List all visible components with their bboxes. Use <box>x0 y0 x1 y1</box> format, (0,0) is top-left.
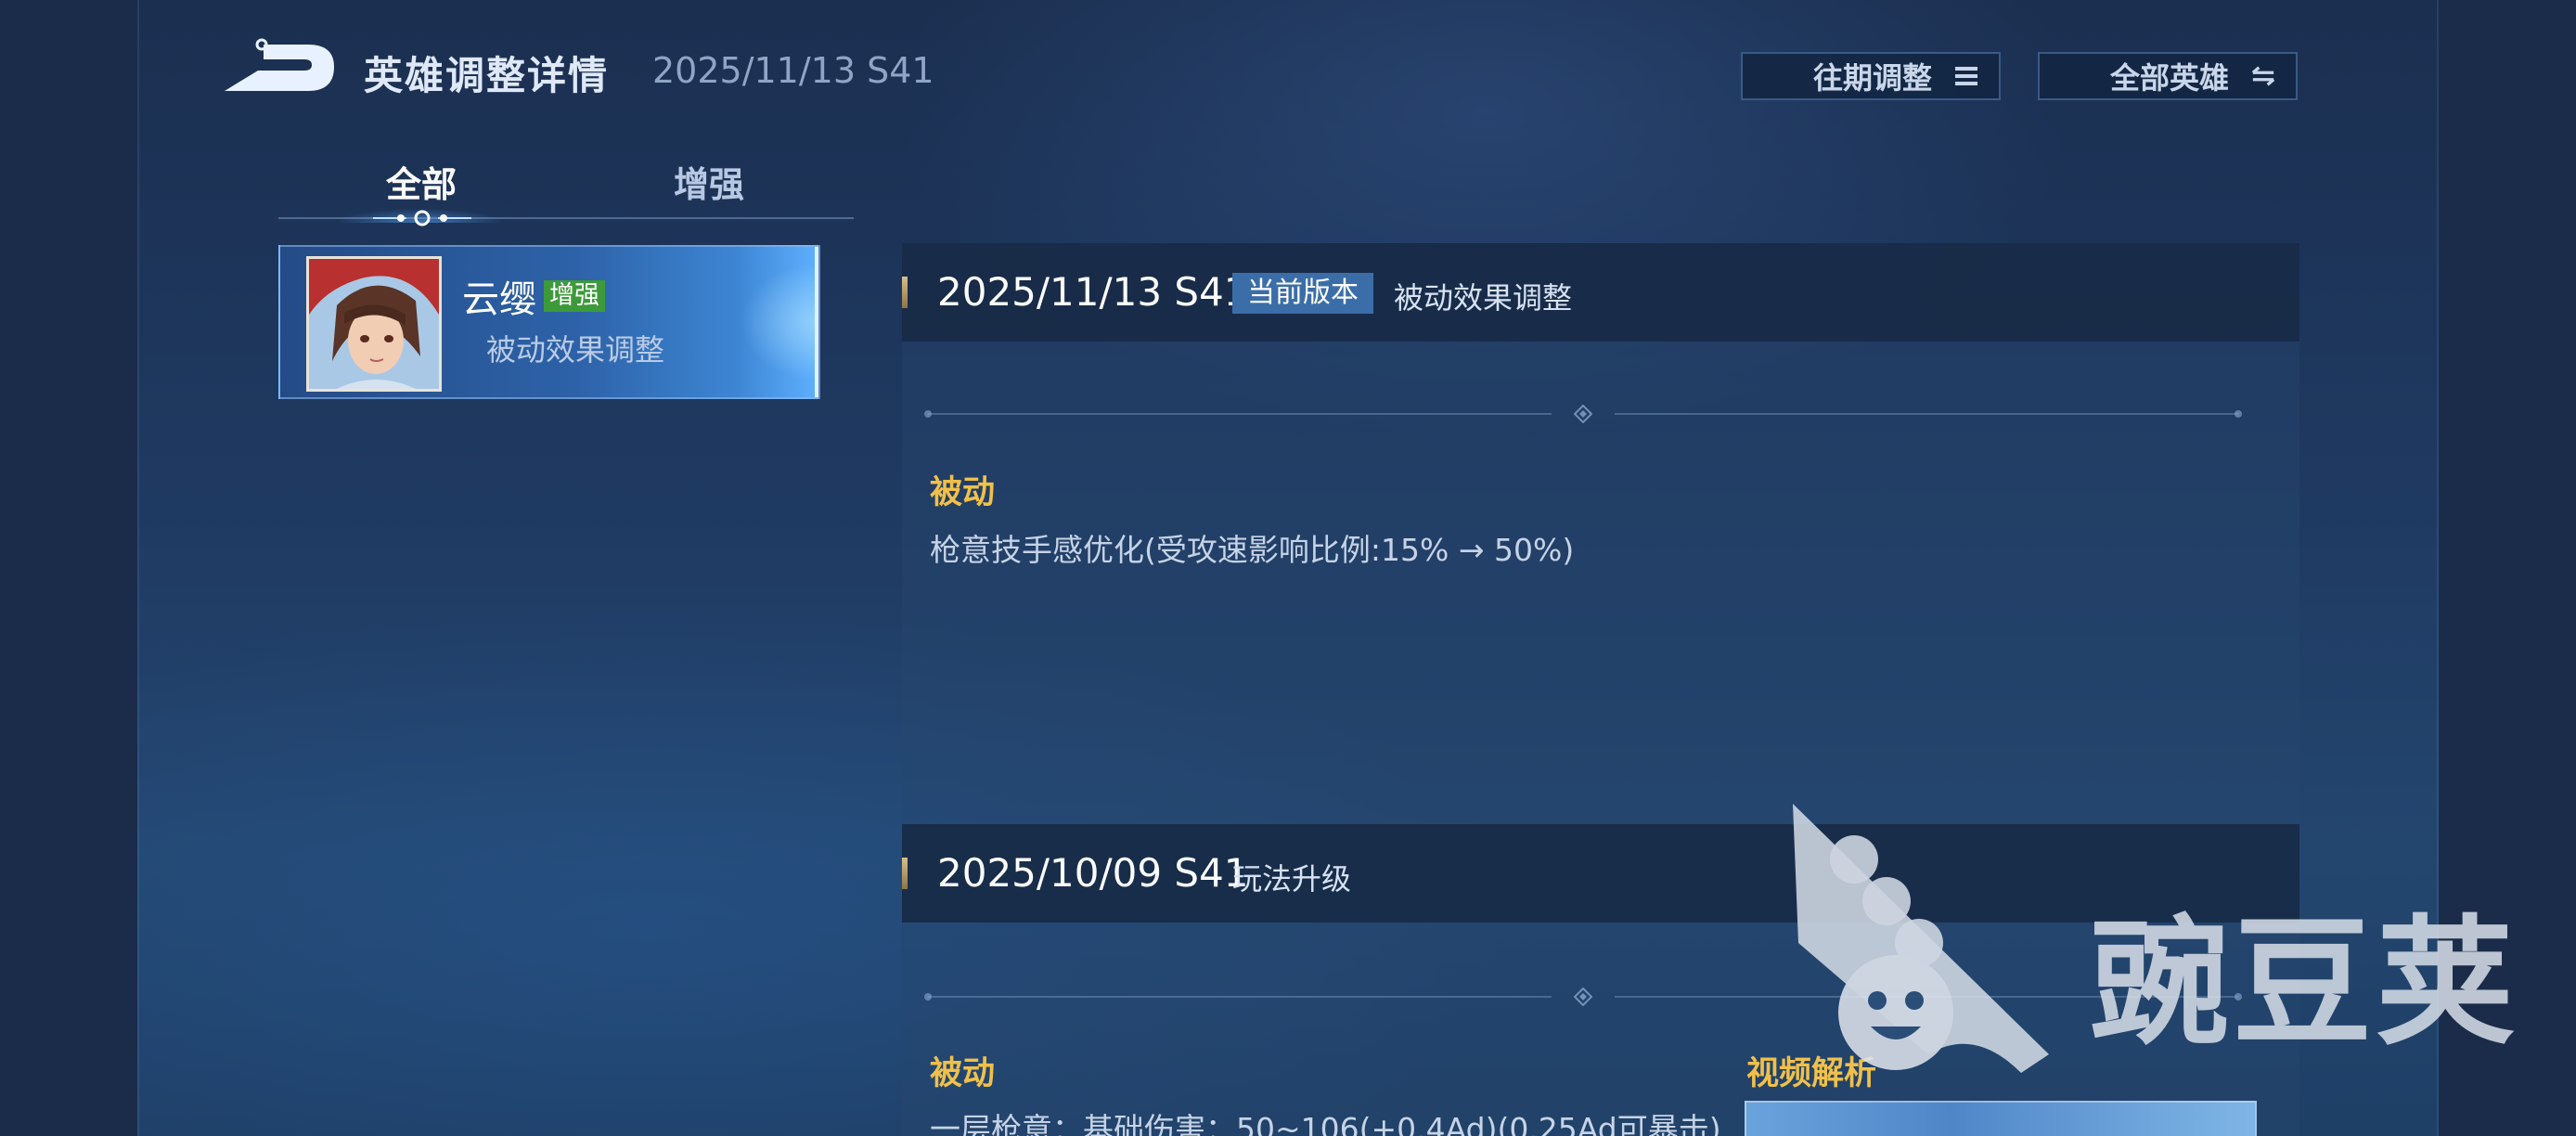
page-version: 2025/11/13 S41 <box>652 50 934 91</box>
list-icon <box>1954 64 1978 88</box>
back-arrow-icon <box>225 38 334 91</box>
video-thumbnail[interactable] <box>1745 1101 2257 1136</box>
section-note: 被动效果调整 <box>1394 280 1573 316</box>
page-title: 英雄调整详情 <box>364 53 610 98</box>
hero-buff-tag: 增强 <box>544 280 605 312</box>
skill-change-text: 枪意技手感优化(受攻速影响比例:15% → 50%) <box>930 532 1575 568</box>
watermark-logo-icon <box>1789 804 2049 1073</box>
skill-title-passive: 被动 <box>930 474 996 511</box>
section-note: 玩法升级 <box>1232 861 1352 897</box>
section-marker <box>902 858 908 889</box>
hero-change-summary: 被动效果调整 <box>486 332 665 368</box>
left-frame-edge <box>137 0 139 1136</box>
tab-underline <box>278 217 854 219</box>
skill-change-text: 一层枪意：基础伤害：50~106(+0.4Ad)(0.25Ad可暴击) <box>930 1111 1721 1136</box>
tab-all[interactable]: 全部 <box>349 148 494 213</box>
section-date: 2025/10/09 S41 <box>937 850 1249 896</box>
back-button[interactable] <box>219 37 336 98</box>
section-header-current: 2025/11/13 S41 当前版本 被动效果调整 <box>902 243 2299 342</box>
left-frame <box>0 0 137 1136</box>
active-tab-indicator <box>373 208 471 228</box>
hero-avatar <box>306 256 442 392</box>
all-heroes-label: 全部英雄 <box>2109 60 2229 96</box>
all-heroes-button[interactable]: 全部英雄 <box>2038 52 2298 100</box>
swap-arrows-icon <box>2251 64 2275 88</box>
section-marker <box>902 277 908 308</box>
hero-name: 云缨 <box>462 278 536 321</box>
section-divider <box>924 405 2242 423</box>
divider-diamond-icon <box>1574 405 1592 423</box>
tab-buff[interactable]: 增强 <box>637 148 781 213</box>
section-date: 2025/11/13 S41 <box>937 269 1249 315</box>
current-version-badge: 当前版本 <box>1232 273 1373 314</box>
hero-card[interactable]: 云缨 增强 被动效果调整 <box>278 245 820 399</box>
history-adjustments-button[interactable]: 往期调整 <box>1741 52 2001 100</box>
watermark-text: 豌豆荚 <box>2090 903 2519 1065</box>
hero-card-selected-edge <box>815 247 818 397</box>
skill-title-passive: 被动 <box>930 1055 996 1092</box>
hero-card-shine <box>633 247 818 397</box>
divider-diamond-icon <box>1574 988 1592 1006</box>
history-adjustments-label: 往期调整 <box>1812 60 1932 96</box>
